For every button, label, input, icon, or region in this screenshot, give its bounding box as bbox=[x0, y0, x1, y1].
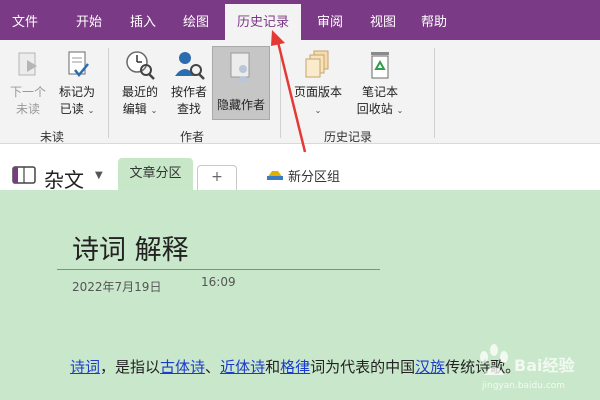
annotation-arrow-icon bbox=[271, 30, 307, 153]
